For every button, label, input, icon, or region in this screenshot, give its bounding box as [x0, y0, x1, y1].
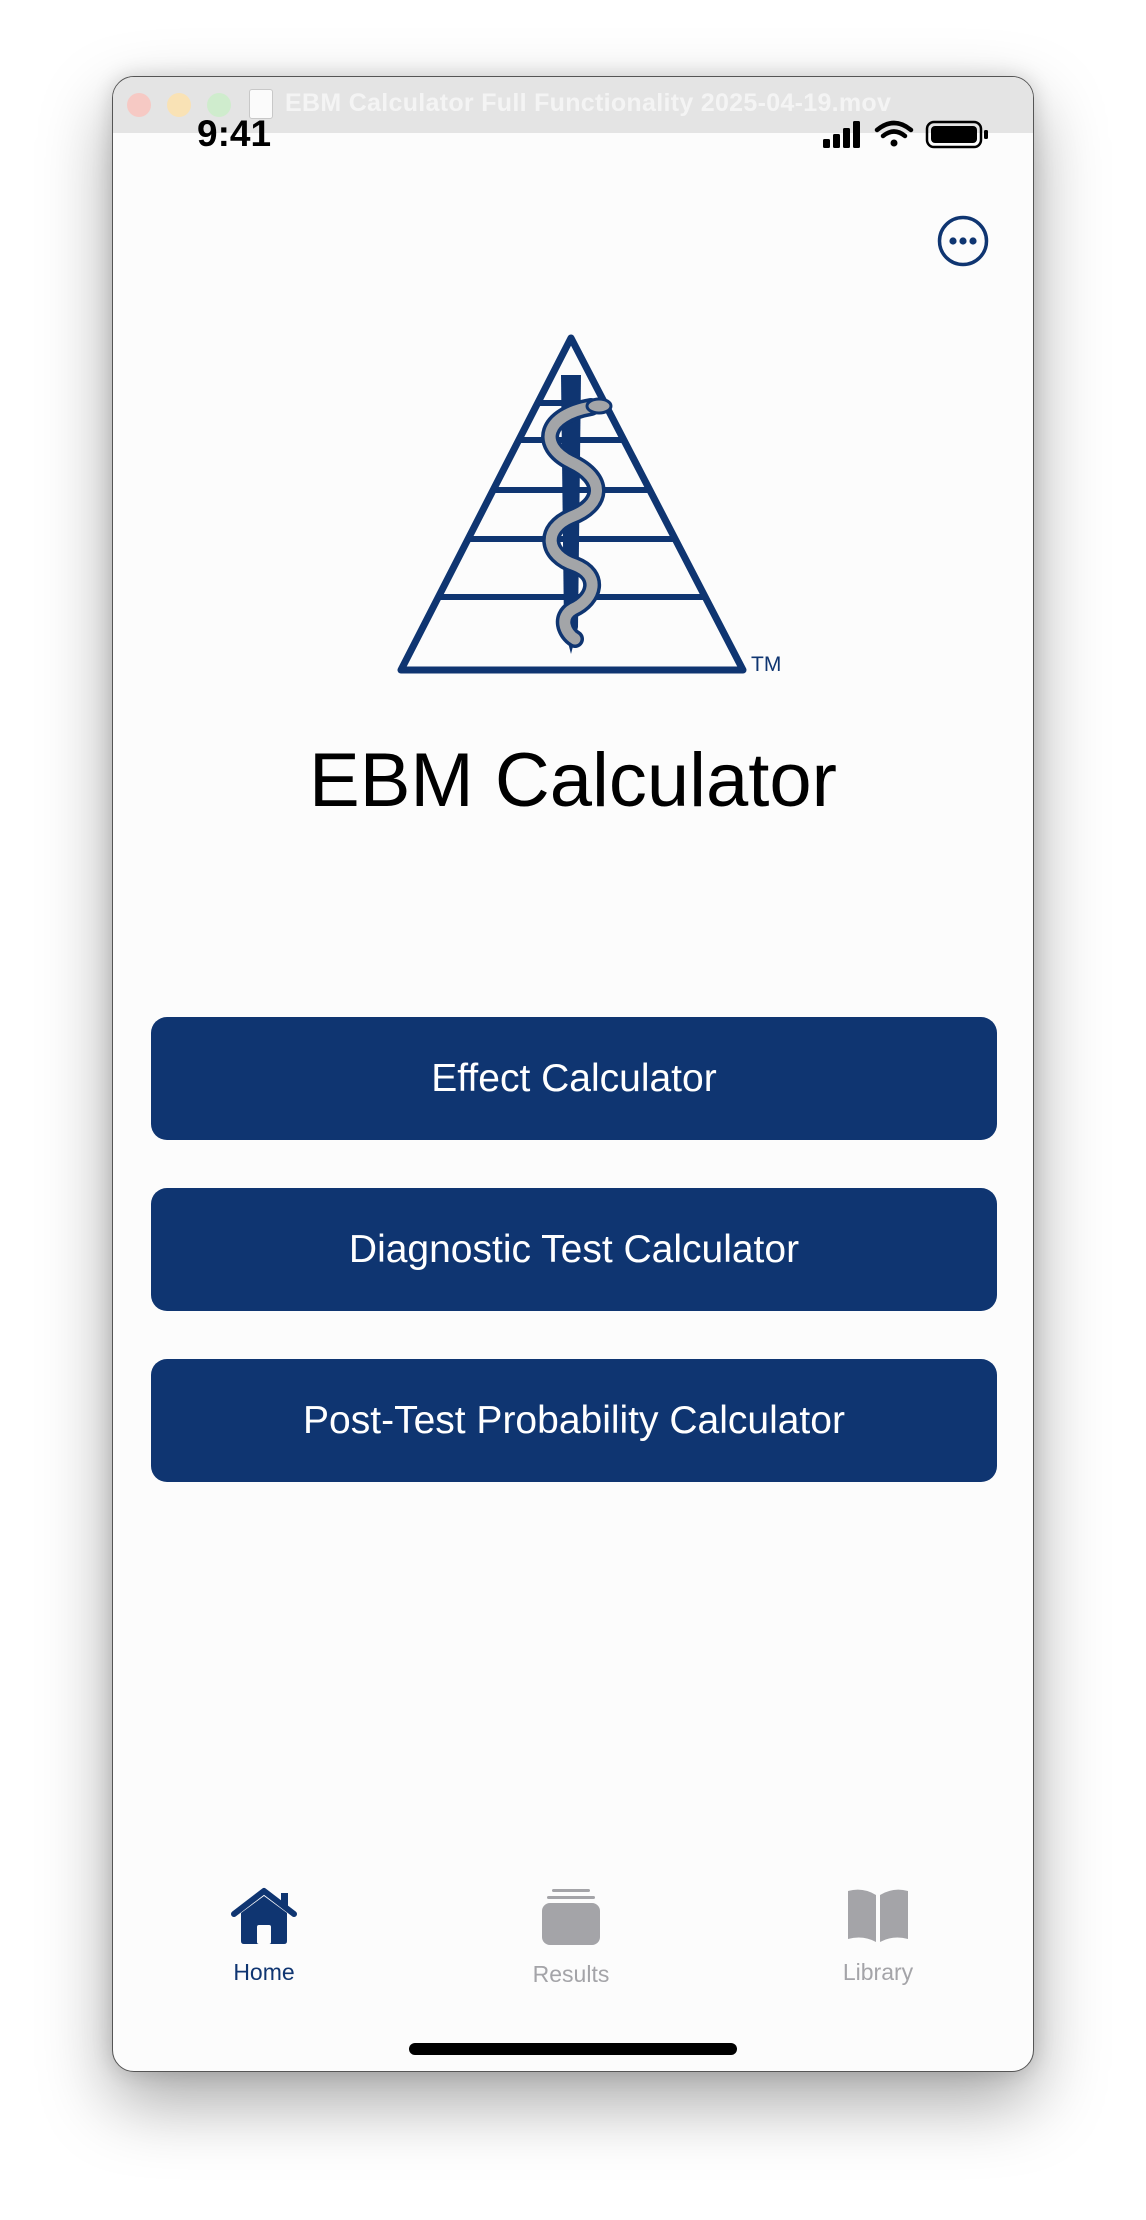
- effect-calculator-button[interactable]: Effect Calculator: [151, 1017, 997, 1140]
- tab-home[interactable]: Home: [164, 1887, 364, 1986]
- tab-library-label: Library: [842, 1959, 914, 1985]
- post-test-probability-calculator-button[interactable]: Post-Test Probability Calculator: [151, 1359, 997, 1482]
- house-icon: [231, 1888, 297, 1944]
- status-bar-time: 9:41: [197, 113, 272, 154]
- tab-results[interactable]: Results: [471, 1887, 671, 1988]
- battery-icon: [925, 120, 988, 149]
- cellular-signal-icon: [823, 121, 860, 148]
- app-title: EBM Calculator: [309, 738, 837, 823]
- more-options-button[interactable]: [937, 215, 989, 267]
- diagnostic-test-calculator-button[interactable]: Diagnostic Test Calculator: [151, 1188, 997, 1311]
- wifi-icon: [874, 120, 914, 147]
- post-test-probability-calculator-label: Post-Test Probability Calculator: [303, 1398, 845, 1442]
- ebm-pyramid-logo: TM: [397, 334, 781, 676]
- tab-results-label: Results: [532, 1961, 610, 1987]
- minimize-window-button[interactable]: [167, 93, 191, 117]
- home-indicator[interactable]: [409, 2043, 737, 2055]
- close-window-button[interactable]: [127, 93, 151, 117]
- tab-home-label: Home: [233, 1959, 295, 1985]
- effect-calculator-label: Effect Calculator: [431, 1056, 717, 1100]
- status-bar-icons: [823, 120, 988, 149]
- window-title: EBM Calculator Full Functionality 2025-0…: [285, 89, 892, 117]
- book-icon: [848, 1889, 908, 1942]
- stack-icon: [542, 1889, 600, 1945]
- tab-library[interactable]: Library: [778, 1887, 978, 1986]
- diagnostic-test-calculator-label: Diagnostic Test Calculator: [348, 1227, 800, 1271]
- trademark-label: TM: [751, 653, 781, 676]
- app-window: EBM Calculator Full Functionality 2025-0…: [112, 76, 1034, 2072]
